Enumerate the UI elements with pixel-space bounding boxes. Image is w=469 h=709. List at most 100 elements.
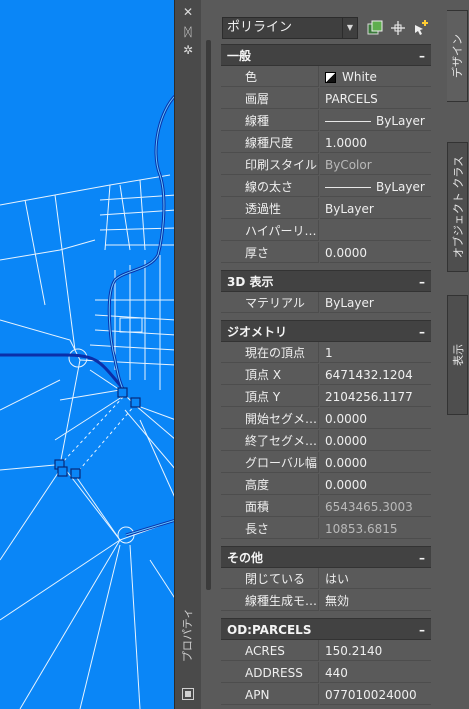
toggle-pickadd-icon[interactable]	[366, 19, 384, 37]
collapse-icon[interactable]: –	[419, 271, 425, 293]
close-icon[interactable]: ✕	[181, 5, 195, 19]
property-row[interactable]: 線の太さ ByLayer	[221, 176, 431, 198]
property-label: 色	[221, 66, 319, 87]
linetype-sample-icon	[325, 121, 371, 122]
property-value[interactable]: 0.0000	[320, 452, 431, 473]
property-value[interactable]: 1.0000	[320, 132, 431, 153]
property-label: 長さ	[221, 518, 319, 539]
palette-title-bar[interactable]: ✕ ᛞ ✲ プロパティ	[175, 0, 202, 709]
autohide-icon[interactable]: ᛞ	[181, 25, 195, 39]
property-value[interactable]: 077010024000	[320, 684, 431, 705]
property-row[interactable]: マテリアル ByLayer	[221, 292, 431, 314]
property-label: 厚さ	[221, 242, 319, 263]
lineweight-sample-icon	[325, 187, 371, 188]
property-row[interactable]: 頂点 X 6471432.1204	[221, 364, 431, 386]
property-label: マテリアル	[221, 292, 319, 313]
property-label: 線の太さ	[221, 176, 319, 197]
property-value[interactable]: 150.2140	[320, 640, 431, 661]
property-row[interactable]: 画層 PARCELS	[221, 88, 431, 110]
property-label: 印刷スタイル	[221, 154, 319, 175]
property-row[interactable]: 厚さ 0.0000	[221, 242, 431, 264]
property-value[interactable]: White	[320, 66, 431, 87]
property-value[interactable]: 無効	[320, 590, 431, 611]
property-value[interactable]: 0.0000	[320, 430, 431, 451]
tab-object-class[interactable]: オブジェクト クラス	[447, 142, 468, 272]
collapse-icon[interactable]: –	[419, 547, 425, 569]
property-row[interactable]: 終了セグメ… 0.0000	[221, 430, 431, 452]
palette-title: プロパティ	[181, 607, 194, 663]
property-value[interactable]: 1	[320, 342, 431, 363]
palette-tabs: デザイン オブジェクト クラス 表示	[445, 0, 469, 709]
property-row: 長さ 10853.6815	[221, 518, 431, 540]
property-row[interactable]: ハイパーリ…	[221, 220, 431, 242]
property-label: 閉じている	[221, 568, 319, 589]
property-value[interactable]	[320, 220, 431, 241]
quick-select-icon[interactable]	[412, 19, 430, 37]
property-row[interactable]: グローバル幅 0.0000	[221, 452, 431, 474]
chevron-down-icon[interactable]: ▼	[342, 18, 357, 38]
property-label: 線種	[221, 110, 319, 131]
property-row[interactable]: 頂点 Y 2104256.1177	[221, 386, 431, 408]
property-row[interactable]: ACRES 150.2140	[221, 640, 431, 662]
select-objects-icon[interactable]	[389, 19, 407, 37]
object-type-select[interactable]: ポリライン ▼	[222, 17, 358, 39]
property-value: 6543465.3003	[320, 496, 431, 517]
property-grid: 一般 – 色 White 画層 PARCELS 線種 ByLayer 線種尺度 1.000…	[221, 44, 431, 706]
property-value[interactable]: PARCELS	[320, 88, 431, 109]
property-row[interactable]: 現在の頂点 1	[221, 342, 431, 364]
property-value[interactable]: 0.0000	[320, 408, 431, 429]
property-value[interactable]: ByLayer	[320, 198, 431, 219]
property-label: 画層	[221, 88, 319, 109]
property-row[interactable]: 線種尺度 1.0000	[221, 132, 431, 154]
category-general: 一般 – 色 White 画層 PARCELS 線種 ByLayer 線種尺度 1.000…	[221, 44, 431, 264]
property-value[interactable]: 0.0000	[320, 474, 431, 495]
collapse-icon[interactable]: –	[419, 45, 425, 67]
property-row[interactable]: ADDRESS 440	[221, 662, 431, 684]
property-row[interactable]: 線種 ByLayer	[221, 110, 431, 132]
category-geometry: ジオメトリ – 現在の頂点 1 頂点 X 6471432.1204 頂点 Y 21042…	[221, 320, 431, 540]
property-value[interactable]: はい	[320, 568, 431, 589]
scrollbar[interactable]	[206, 40, 211, 590]
property-row[interactable]: 開始セグメ… 0.0000	[221, 408, 431, 430]
property-label: 頂点 X	[221, 364, 319, 385]
property-label: 透過性	[221, 198, 319, 219]
category-header[interactable]: その他 –	[221, 546, 431, 568]
collapse-icon[interactable]: –	[419, 321, 425, 343]
property-label: グローバル幅	[221, 452, 319, 473]
property-label: 線種生成モ…	[221, 590, 319, 611]
property-value[interactable]: ByLayer	[320, 110, 431, 131]
property-row[interactable]: 閉じている はい	[221, 568, 431, 590]
object-type-value: ポリライン	[227, 20, 293, 35]
palette-menu-icon[interactable]	[182, 688, 194, 700]
settings-icon[interactable]: ✲	[181, 43, 195, 57]
tab-design[interactable]: デザイン	[447, 10, 468, 102]
property-value[interactable]: 440	[320, 662, 431, 683]
category-header[interactable]: ジオメトリ –	[221, 320, 431, 342]
property-value[interactable]: 6471432.1204	[320, 364, 431, 385]
property-value[interactable]: 2104256.1177	[320, 386, 431, 407]
property-label: APN	[221, 684, 319, 705]
property-value: ByColor	[320, 154, 431, 175]
category-header[interactable]: 一般 –	[221, 44, 431, 66]
property-row[interactable]: APN 077010024000	[221, 684, 431, 706]
collapse-icon[interactable]: –	[419, 619, 425, 641]
property-label: 現在の頂点	[221, 342, 319, 363]
category-header[interactable]: 3D 表示 –	[221, 270, 431, 292]
property-value[interactable]: ByLayer	[320, 292, 431, 313]
property-row: 面積 6543465.3003	[221, 496, 431, 518]
property-row[interactable]: 高度 0.0000	[221, 474, 431, 496]
property-label: 線種尺度	[221, 132, 319, 153]
property-label: 高度	[221, 474, 319, 495]
property-row[interactable]: 線種生成モ… 無効	[221, 590, 431, 612]
property-value: 10853.6815	[320, 518, 431, 539]
property-label: ADDRESS	[221, 662, 319, 683]
property-value[interactable]: ByLayer	[320, 176, 431, 197]
property-row[interactable]: 色 White	[221, 66, 431, 88]
tab-display[interactable]: 表示	[447, 295, 468, 415]
category-header[interactable]: OD:PARCELS –	[221, 618, 431, 640]
property-label: 終了セグメ…	[221, 430, 319, 451]
property-row[interactable]: 透過性 ByLayer	[221, 198, 431, 220]
property-label: ハイパーリ…	[221, 220, 319, 241]
property-value[interactable]: 0.0000	[320, 242, 431, 263]
category-misc: その他 – 閉じている はい 線種生成モ… 無効	[221, 546, 431, 612]
